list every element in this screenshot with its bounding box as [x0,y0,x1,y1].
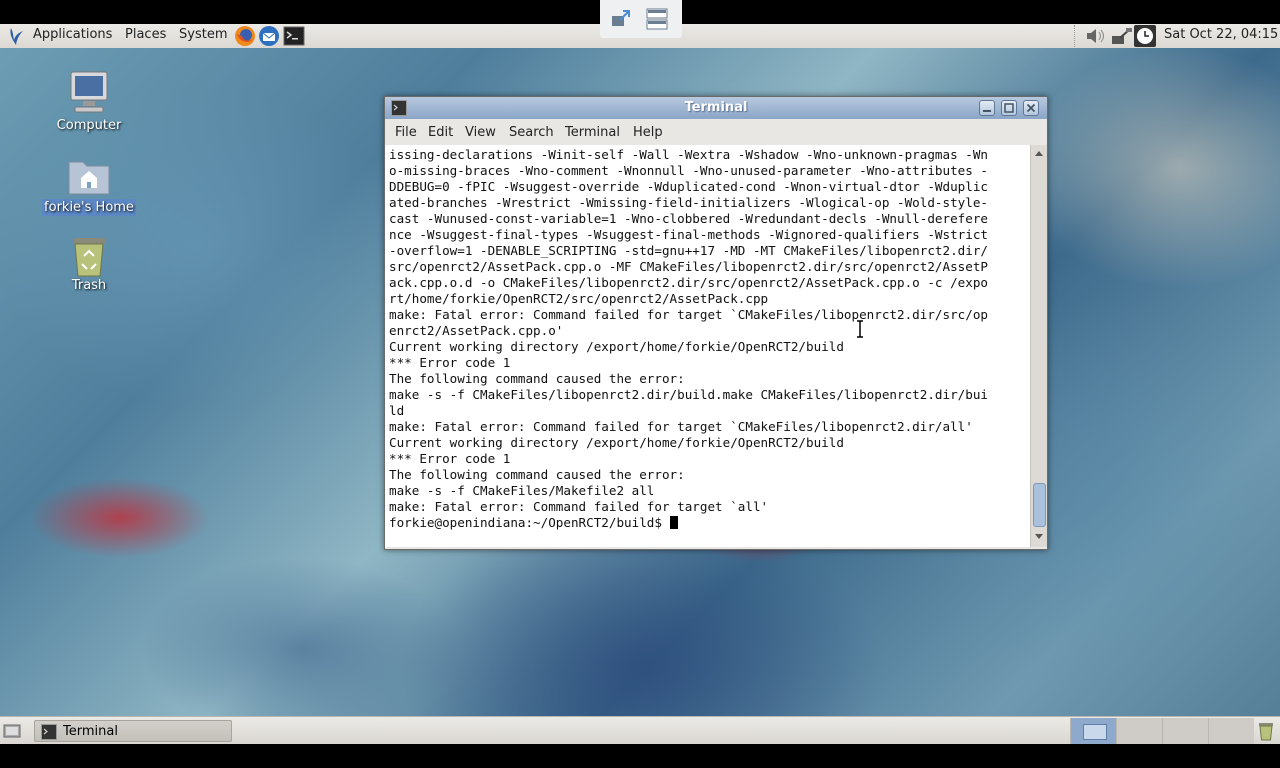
menu-search[interactable]: Search [509,125,554,140]
workspace-window-thumb [1083,724,1107,740]
scroll-down-arrow-icon[interactable] [1034,533,1044,541]
terminal-line: -overflow=1 -DENABLE_SCRIPTING -std=gnu+… [389,243,988,258]
minimize-session-icon[interactable] [610,8,632,30]
terminal-line: rt/home/forkie/OpenRCT2/src/openrct2/Ass… [389,291,769,306]
panel-clock[interactable]: Sat Oct 22, 04:15 [1164,27,1278,42]
terminal-line: ld [389,403,405,418]
terminal-line: src/openrct2/AssetPack.cpp.o -MF CMakeFi… [389,259,988,274]
terminal-line: The following command caused the error: [389,467,685,482]
network-icon[interactable] [1110,26,1134,50]
scrollbar-thumb[interactable] [1033,483,1046,527]
menu-applications[interactable]: Applications [33,27,112,42]
menu-places[interactable]: Places [125,27,166,42]
bottom-panel: Terminal [0,716,1280,745]
terminal-line: *** Error code 1 [389,355,511,370]
terminal-output[interactable]: issing-declarations -Winit-self -Wall -W… [385,145,1030,547]
terminal-menubar: File Edit View Search Terminal Help [385,121,1047,145]
terminal-scrollbar[interactable] [1030,145,1047,547]
home-folder-icon [67,154,111,198]
menu-terminal[interactable]: Terminal [565,125,620,140]
desktop-icon-computer[interactable]: Computer [41,70,137,133]
terminal-text: issing-declarations -Winit-self -Wall -W… [385,145,1030,531]
terminal-line: The following command caused the error: [389,371,685,386]
desktop-icon-trash[interactable]: Trash [41,234,137,293]
terminal-line: Current working directory /export/home/f… [389,435,844,450]
terminal-line: *** Error code 1 [389,451,511,466]
menu-system[interactable]: System [179,27,227,42]
close-button[interactable] [1023,100,1039,116]
distro-logo-icon[interactable] [7,26,25,50]
desktop-icon-label: Computer [56,118,122,133]
workspace-1[interactable] [1070,718,1116,744]
terminal-launcher-icon[interactable] [283,26,305,50]
panel-separator [1074,25,1077,47]
terminal-line: ated-branches -Wrestrict -Wmissing-field… [389,195,988,210]
trash-icon [67,234,111,278]
terminal-line: make: Fatal error: Command failed for ta… [389,419,973,434]
workspace-4[interactable] [1208,718,1254,744]
terminal-line: ack.cpp.o.d -o CMakeFiles/libopenrct2.di… [389,275,988,290]
menu-edit[interactable]: Edit [428,125,453,140]
show-desktop-icon[interactable] [3,722,21,744]
scroll-up-arrow-icon[interactable] [1034,149,1044,157]
workspace-2[interactable] [1116,718,1162,744]
terminal-cursor [669,516,678,529]
terminal-title: Terminal [684,100,748,115]
terminal-prompt: forkie@openindiana:~/OpenRCT2/build$ [389,515,670,530]
text-cursor-icon [857,320,863,338]
volume-icon[interactable] [1085,26,1107,50]
terminal-line: issing-declarations -Winit-self -Wall -W… [389,147,988,162]
menu-view[interactable]: View [465,125,496,140]
desktop-icon-home[interactable]: forkie's Home [41,154,137,216]
terminal-titlebar[interactable]: Terminal [385,97,1047,119]
menu-help[interactable]: Help [633,125,663,140]
terminal-window[interactable]: Terminal File Edit View Search Terminal … [384,96,1048,550]
terminal-line: Current working directory /export/home/f… [389,339,844,354]
terminal-line: make: Fatal error: Command failed for ta… [389,307,988,322]
terminal-line: make -s -f CMakeFiles/Makefile2 all [389,483,655,498]
menu-file[interactable]: File [395,125,417,140]
minimize-button[interactable] [979,100,995,116]
computer-icon [67,70,111,118]
terminal-line: enrct2/AssetPack.cpp.o' [389,323,564,338]
window-mode-icon[interactable] [646,8,668,30]
bottom-black-strip [0,744,1280,768]
terminal-task-icon [41,724,57,744]
clock-applet-icon[interactable] [1134,25,1156,47]
terminal-line: nce -Wsuggest-final-types -Wsuggest-fina… [389,227,988,242]
desktop-icon-label: Trash [71,278,107,293]
taskbar-button-label: Terminal [63,724,118,739]
terminal-line: make: Fatal error: Command failed for ta… [389,499,769,514]
terminal-line: o-missing-braces -Wno-comment -Wnonnull … [389,163,988,178]
terminal-line: make -s -f CMakeFiles/libopenrct2.dir/bu… [389,387,988,402]
desktop-icon-label: forkie's Home [42,199,136,216]
panel-trash-icon[interactable] [1256,721,1276,745]
workspace-3[interactable] [1162,718,1208,744]
taskbar-button-terminal[interactable]: Terminal [34,720,232,742]
terminal-line: cast -Wunused-const-variable=1 -Wno-clob… [389,211,988,226]
maximize-button[interactable] [1001,100,1017,116]
remote-toolbar [600,0,682,38]
terminal-line: DDEBUG=0 -fPIC -Wsuggest-override -Wdupl… [389,179,988,194]
